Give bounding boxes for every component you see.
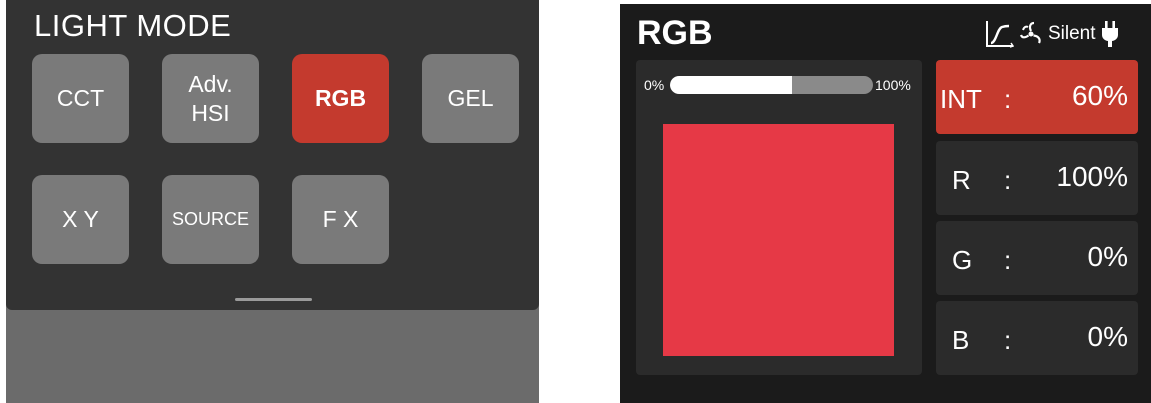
param-label: R (952, 165, 971, 195)
curve-icon (984, 19, 1014, 49)
param-value: 60% (1071, 80, 1128, 111)
intensity-bar[interactable] (670, 76, 873, 94)
mode-button-source[interactable]: SOURCE (162, 175, 259, 264)
mode-button-adv-hsi[interactable]: Adv. HSI (162, 54, 259, 143)
rgb-screen: RGB Silent 0% 100% INT: 60% R: 100% G … (620, 4, 1151, 403)
mode-button-xy[interactable]: X Y (32, 175, 129, 264)
intensity-min-label: 0% (644, 77, 665, 93)
light-mode-menu: LIGHT MODE CCT Adv. HSI RGB GEL X Y SOUR… (6, 0, 539, 310)
param-value: 100% (1056, 161, 1128, 192)
param-value: 0% (1087, 241, 1128, 272)
color-swatch (663, 124, 894, 356)
param-colon: : (1004, 245, 1012, 275)
mode-button-fx[interactable]: F X (292, 175, 389, 264)
param-label: G (952, 245, 973, 275)
menu-title: LIGHT MODE (34, 8, 232, 43)
param-b[interactable]: B : 0% (936, 301, 1138, 375)
mode-button-rgb[interactable]: RGB (292, 54, 389, 143)
param-g[interactable]: G : 0% (936, 221, 1138, 295)
silent-label: Silent (1048, 23, 1096, 44)
param-label: INT (940, 84, 982, 114)
param-colon: : (1004, 165, 1012, 195)
param-r[interactable]: R : 100% (936, 141, 1138, 215)
mode-button-gel[interactable]: GEL (422, 54, 519, 143)
light-mode-screen: LIGHT MODE CCT Adv. HSI RGB GEL X Y SOUR… (6, 0, 539, 403)
mode-button-cct[interactable]: CCT (32, 54, 129, 143)
intensity-max-label: 100% (875, 77, 911, 93)
power-plug-icon (1101, 20, 1119, 48)
status-bar: Silent (984, 18, 1119, 50)
param-int[interactable]: INT : 60% (936, 60, 1138, 134)
param-colon: : (1004, 325, 1012, 355)
param-value: 0% (1087, 321, 1128, 352)
intensity-bar-fill (670, 76, 792, 94)
fan-icon (1019, 21, 1043, 47)
page-title: RGB (637, 14, 713, 52)
param-colon: : (1004, 84, 1012, 114)
color-preview-panel: 0% 100% (636, 60, 922, 375)
drag-handle[interactable] (235, 298, 312, 301)
param-label: B (952, 325, 970, 355)
